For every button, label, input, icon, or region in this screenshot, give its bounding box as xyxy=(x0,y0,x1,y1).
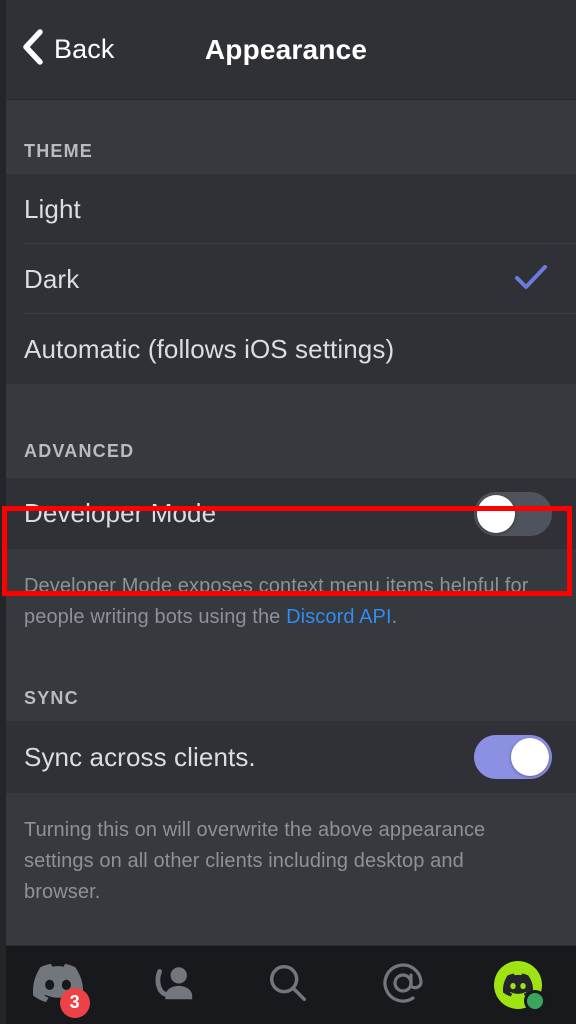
sync-across-clients-toggle[interactable] xyxy=(474,735,552,779)
sync-across-clients-row[interactable]: Sync across clients. xyxy=(0,721,576,793)
sidebar-item-servers[interactable]: 3 xyxy=(0,946,115,1024)
theme-option-dark[interactable]: Dark xyxy=(0,244,576,314)
settings-content: THEME Light Dark Automatic (follows iOS … xyxy=(0,100,576,945)
sync-options-group: Sync across clients. xyxy=(0,721,576,793)
theme-option-dark-label: Dark xyxy=(24,264,79,295)
advanced-options-group: Developer Mode xyxy=(0,478,576,549)
back-label: Back xyxy=(54,34,114,65)
developer-mode-label: Developer Mode xyxy=(24,498,216,529)
bottom-tab-bar: 3 xyxy=(0,945,576,1024)
theme-option-automatic-label: Automatic (follows iOS settings) xyxy=(24,334,394,365)
search-icon xyxy=(265,960,311,1011)
developer-mode-row[interactable]: Developer Mode xyxy=(0,478,576,549)
at-mention-icon xyxy=(379,959,427,1012)
sidebar-item-profile[interactable] xyxy=(461,946,576,1024)
developer-mode-description-text-2: . xyxy=(392,606,398,628)
sidebar-item-friends[interactable] xyxy=(115,946,230,1024)
sync-description-text: Turning this on will overwrite the above… xyxy=(24,819,485,903)
section-header-sync: SYNC xyxy=(0,659,576,721)
section-header-advanced: ADVANCED xyxy=(0,384,576,478)
section-header-advanced-label: ADVANCED xyxy=(24,441,134,462)
section-header-theme: THEME xyxy=(0,100,576,174)
theme-option-automatic[interactable]: Automatic (follows iOS settings) xyxy=(0,314,576,384)
developer-mode-description: Developer Mode exposes context menu item… xyxy=(0,549,576,659)
back-button[interactable]: Back xyxy=(6,25,126,74)
status-online-indicator xyxy=(524,990,546,1012)
discord-api-link[interactable]: Discord API xyxy=(286,606,392,628)
chevron-left-icon xyxy=(22,29,44,70)
sidebar-item-mentions[interactable] xyxy=(346,946,461,1024)
section-header-sync-label: SYNC xyxy=(24,688,79,709)
theme-option-light[interactable]: Light xyxy=(0,174,576,244)
sync-across-clients-label: Sync across clients. xyxy=(24,742,256,773)
toggle-knob xyxy=(511,738,549,776)
toggle-knob xyxy=(477,495,515,533)
sidebar-item-search[interactable] xyxy=(230,946,345,1024)
developer-mode-toggle[interactable] xyxy=(474,492,552,536)
appearance-settings-screen: Back Appearance THEME Light Dark Automat… xyxy=(0,0,576,1024)
developer-mode-description-text-1: Developer Mode exposes context menu item… xyxy=(24,575,528,628)
theme-option-light-label: Light xyxy=(24,194,81,225)
checkmark-icon xyxy=(514,264,548,295)
navigation-bar: Back Appearance xyxy=(0,0,576,100)
sync-description: Turning this on will overwrite the above… xyxy=(0,793,576,934)
section-header-theme-label: THEME xyxy=(24,141,93,162)
friends-person-icon xyxy=(150,960,196,1011)
screen-left-edge xyxy=(0,0,6,1024)
theme-options-group: Light Dark Automatic (follows iOS settin… xyxy=(0,174,576,384)
unread-badge: 3 xyxy=(60,988,90,1018)
avatar xyxy=(494,961,542,1009)
